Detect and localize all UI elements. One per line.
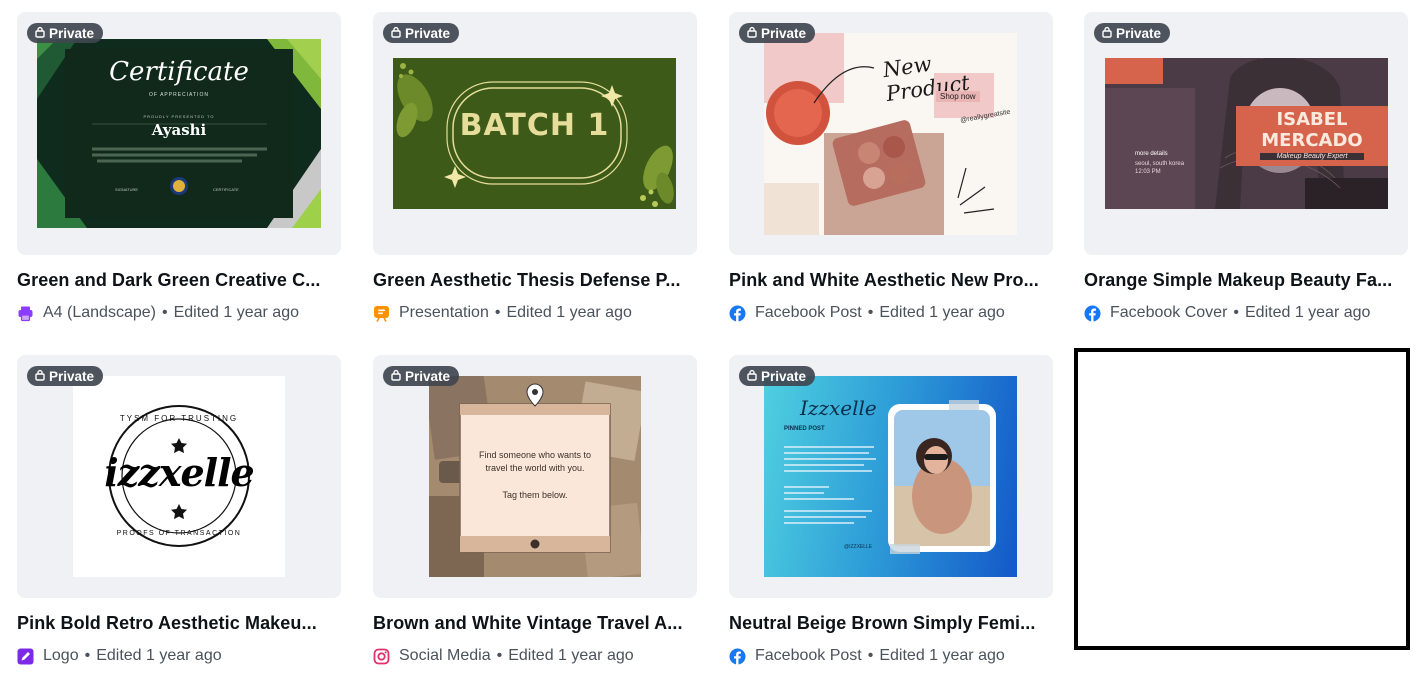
private-badge: Private xyxy=(739,366,816,386)
design-card[interactable]: Private BATCH 1 Green Aesthetic Thesis D… xyxy=(373,12,697,322)
design-meta: Facebook Post • Edited 1 year ago xyxy=(729,302,1005,324)
design-meta: Logo • Edited 1 year ago xyxy=(17,645,222,667)
design-card[interactable]: Private Certificate OF APPRECIATION PROU… xyxy=(17,12,341,321)
logo-design: izzxelle TYSM FOR TRUSTING PROOFS OF TRA… xyxy=(73,376,285,577)
design-meta: Presentation • Edited 1 year ago xyxy=(373,302,632,324)
design-thumbnail[interactable]: Private Izzxelle PINNED POST @IZZXELLE xyxy=(729,355,1053,598)
design-meta: A4 (Landscape) • Edited 1 year ago xyxy=(17,302,299,324)
lock-icon xyxy=(390,26,402,41)
design-thumbnail[interactable]: Private New Product Shop now @reallygrea… xyxy=(729,12,1053,255)
facebook-icon xyxy=(1084,305,1101,322)
lock-icon xyxy=(746,26,758,41)
batch-design: BATCH 1 xyxy=(393,58,676,209)
private-badge: Private xyxy=(383,366,460,386)
pinned-post-design: Izzxelle PINNED POST @IZZXELLE xyxy=(764,376,1017,577)
design-title[interactable]: Pink Bold Retro Aesthetic Makeu... xyxy=(17,613,341,634)
design-title[interactable]: Green Aesthetic Thesis Defense P... xyxy=(373,270,697,291)
logo-wordmark: izzxelle xyxy=(104,450,254,495)
lock-icon xyxy=(34,369,46,384)
facebook-icon xyxy=(729,305,746,322)
lock-icon xyxy=(746,369,758,384)
design-thumbnail[interactable]: Private BATCH 1 xyxy=(373,12,697,255)
makeup-name-block: ISABEL MERCADO Makeup Beauty Expert xyxy=(1236,106,1388,166)
presentation-icon xyxy=(373,305,390,322)
design-title[interactable]: Pink and White Aesthetic New Pro... xyxy=(729,270,1053,291)
new-product-design: New Product Shop now @reallygreatsite xyxy=(764,33,1017,235)
private-badge: Private xyxy=(27,23,104,43)
certificate-design: Certificate OF APPRECIATION PROUDLY PRES… xyxy=(37,39,321,228)
private-badge: Private xyxy=(27,366,104,386)
design-card[interactable]: Private Izzxelle PINNED POST @IZZXELLE N… xyxy=(729,355,1053,664)
design-card[interactable]: Private New Product Shop now @reallygrea… xyxy=(729,12,1053,321)
makeup-cover-design: ISABEL MERCADO Makeup Beauty Expert more… xyxy=(1105,58,1388,209)
design-card[interactable]: Private ISABEL MERCADO Makeup Beauty Exp… xyxy=(1084,12,1408,321)
instagram-icon xyxy=(373,648,390,665)
design-title[interactable]: Green and Dark Green Creative C... xyxy=(17,270,341,291)
private-badge: Private xyxy=(383,23,460,43)
design-title[interactable]: Brown and White Vintage Travel A... xyxy=(373,613,697,634)
lock-icon xyxy=(34,26,46,41)
design-title[interactable]: Neutral Beige Brown Simply Femi... xyxy=(729,613,1053,634)
batch-label: BATCH 1 xyxy=(459,108,610,143)
design-card[interactable]: Private izzxelle TYSM FOR TRUSTING PROOF… xyxy=(17,355,341,664)
lock-icon xyxy=(1101,26,1113,41)
certificate-heading: Certificate xyxy=(109,57,249,87)
design-thumbnail[interactable]: Private ISABEL MERCADO Makeup Beauty Exp… xyxy=(1084,12,1408,255)
pen-icon xyxy=(17,648,34,665)
design-thumbnail[interactable]: Private Find someone who wants to travel… xyxy=(373,355,697,598)
travel-design: Find someone who wants to travel the wor… xyxy=(429,376,641,577)
design-title[interactable]: Orange Simple Makeup Beauty Fa... xyxy=(1084,270,1408,291)
certificate-name: Ayashi xyxy=(151,121,207,139)
empty-selection-box xyxy=(1074,348,1410,650)
private-badge: Private xyxy=(1094,23,1171,43)
design-thumbnail[interactable]: Private izzxelle TYSM FOR TRUSTING PROOF… xyxy=(17,355,341,598)
design-card[interactable]: Private Find someone who wants to travel… xyxy=(373,355,697,664)
design-thumbnail[interactable]: Private Certificate OF APPRECIATION PROU… xyxy=(17,12,341,255)
design-meta: Facebook Cover • Edited 1 year ago xyxy=(1084,302,1370,324)
facebook-icon xyxy=(729,648,746,665)
private-badge: Private xyxy=(739,23,816,43)
design-meta: Social Media • Edited 1 year ago xyxy=(373,645,634,667)
lock-icon xyxy=(390,369,402,384)
design-meta: Facebook Post • Edited 1 year ago xyxy=(729,645,1005,667)
printer-icon xyxy=(17,305,34,322)
